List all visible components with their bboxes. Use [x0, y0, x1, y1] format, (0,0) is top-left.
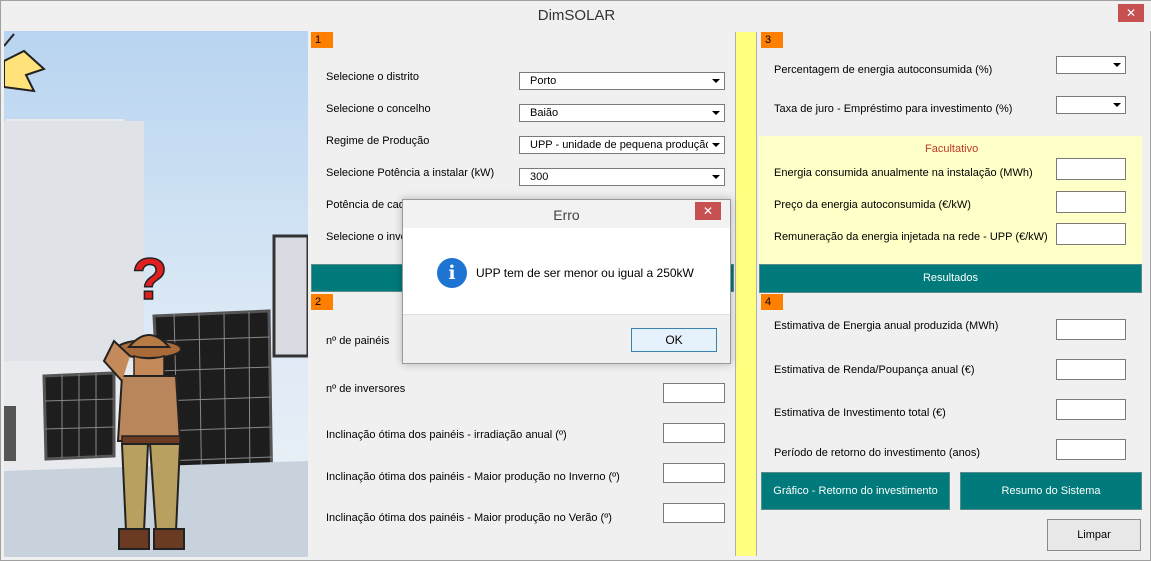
- optional-section: Facultativo Energia consumida anualmente…: [759, 136, 1142, 264]
- section-1-tag: 1: [311, 32, 333, 48]
- chevron-down-icon[interactable]: [1109, 58, 1124, 72]
- self-consumption-select[interactable]: [1056, 56, 1126, 74]
- payback-chart-button[interactable]: Gráfico - Retorno do investimento: [761, 472, 950, 510]
- chevron-down-icon[interactable]: [708, 138, 723, 152]
- error-dialog: Erro ✕ i UPP tem de ser menor ou igual a…: [402, 199, 731, 364]
- power-label: Selecione Potência a instalar (kW): [326, 167, 495, 179]
- dialog-message: UPP tem de ser menor ou igual a 250kW: [476, 266, 694, 280]
- municipality-select[interactable]: Baião: [519, 104, 725, 122]
- district-label: Selecione o distrito: [326, 71, 419, 83]
- energy-estimate-field[interactable]: [1056, 319, 1126, 340]
- chevron-down-icon[interactable]: [1109, 98, 1124, 112]
- district-value: Porto: [530, 75, 557, 87]
- savings-estimate-label: Estimativa de Renda/Poupança anual (€): [774, 364, 975, 376]
- district-select[interactable]: Porto: [519, 72, 725, 90]
- app-window: DimSOLAR ✕ ? 1 Selecione o distrito Port…: [0, 0, 1151, 561]
- energy-estimate-label: Estimativa de Energia anual produzida (M…: [774, 320, 999, 332]
- system-summary-button[interactable]: Resumo do Sistema: [960, 472, 1142, 510]
- investment-estimate-field[interactable]: [1056, 399, 1126, 420]
- window-close-button[interactable]: ✕: [1118, 4, 1144, 22]
- tilt-summer-field[interactable]: [663, 503, 725, 523]
- self-consumption-label: Percentagem de energia autoconsumida (%): [774, 64, 993, 76]
- svg-text:?: ?: [132, 247, 167, 312]
- payback-label: Período de retorno do investimento (anos…: [774, 447, 981, 459]
- solar-installer-illustration: ?: [4, 33, 308, 557]
- results-button[interactable]: Resultados: [759, 264, 1142, 293]
- inverter-count-label: nº de inversores: [326, 383, 406, 395]
- tilt-annual-label: Inclinação ótima dos painéis - irradiaçã…: [326, 429, 567, 441]
- divider-strip: [735, 32, 757, 556]
- self-consumed-price-field[interactable]: [1056, 191, 1126, 213]
- municipality-label: Selecione o concelho: [326, 103, 431, 115]
- section-4-tag: 4: [761, 294, 783, 310]
- investment-estimate-label: Estimativa de Investimento total (€): [774, 407, 946, 419]
- tilt-winter-label: Inclinação ótima dos painéis - Maior pro…: [326, 471, 620, 483]
- panel-count-label: nº de painéis: [326, 335, 390, 347]
- tilt-annual-field[interactable]: [663, 423, 725, 443]
- info-icon: i: [437, 258, 467, 288]
- annual-consumption-field[interactable]: [1056, 158, 1126, 180]
- municipality-value: Baião: [530, 107, 559, 119]
- grid-remuneration-field[interactable]: [1056, 223, 1126, 245]
- production-regime-select[interactable]: UPP - unidade de pequena produção: [519, 136, 725, 154]
- chevron-down-icon[interactable]: [708, 106, 723, 120]
- production-regime-label: Regime de Produção: [326, 135, 430, 147]
- window-title: DimSOLAR: [537, 7, 616, 24]
- self-consumed-price-label: Preço da energia autoconsumida (€/kW): [774, 199, 971, 211]
- dialog-title-bar: Erro ✕: [403, 200, 730, 228]
- clear-button[interactable]: Limpar: [1047, 519, 1141, 551]
- payback-field[interactable]: [1056, 439, 1126, 460]
- chevron-down-icon[interactable]: [708, 170, 723, 184]
- power-value: 300: [530, 171, 549, 183]
- power-select[interactable]: 300: [519, 168, 725, 186]
- interest-rate-select[interactable]: [1056, 96, 1126, 114]
- dialog-title: Erro: [553, 207, 580, 223]
- annual-consumption-label: Energia consumida anualmente na instalaç…: [774, 167, 1033, 179]
- grid-remuneration-label: Remuneração da energia injetada na rede …: [774, 231, 1048, 243]
- production-regime-value: UPP - unidade de pequena produção: [530, 139, 712, 151]
- inverter-label: Selecione o inve: [326, 231, 407, 243]
- title-bar: DimSOLAR ✕: [1, 1, 1151, 31]
- interest-rate-label: Taxa de juro - Empréstimo para investime…: [774, 103, 1013, 115]
- section-2-tag: 2: [311, 294, 333, 310]
- section-3-tag: 3: [761, 32, 783, 48]
- illustration-image: ?: [4, 31, 308, 557]
- savings-estimate-field[interactable]: [1056, 359, 1126, 380]
- panel-power-label: Potência de cad: [326, 199, 405, 211]
- optional-title: Facultativo: [925, 143, 979, 155]
- ok-button[interactable]: OK: [631, 328, 717, 352]
- chevron-down-icon[interactable]: [708, 74, 723, 88]
- dialog-close-button[interactable]: ✕: [695, 202, 721, 220]
- tilt-summer-label: Inclinação ótima dos painéis - Maior pro…: [326, 512, 612, 524]
- inverter-count-field[interactable]: [663, 383, 725, 403]
- tilt-winter-field[interactable]: [663, 463, 725, 483]
